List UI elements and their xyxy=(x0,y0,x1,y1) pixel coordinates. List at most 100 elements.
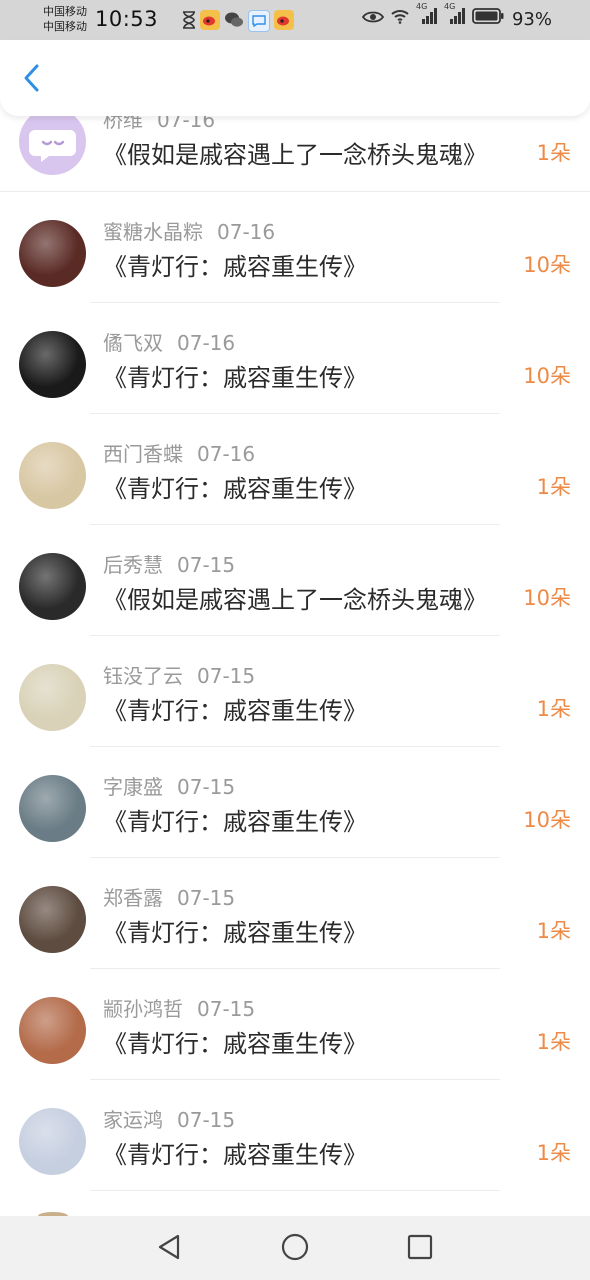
username-line: 西门香蝶 07-16 xyxy=(103,438,255,467)
username-line: 郑香露 07-15 xyxy=(103,882,235,911)
triangle-back-icon xyxy=(156,1233,182,1265)
username-line: 后秀慧 07-15 xyxy=(103,549,235,578)
username[interactable]: 颛孙鸿哲 xyxy=(103,997,183,1021)
signal-icon: 4G xyxy=(416,2,438,28)
list-item[interactable]: 钰没了云 07-15 《青灯行：戚容重生传》 1朵 xyxy=(0,636,590,747)
gift-date: 07-15 xyxy=(177,775,236,799)
weibo-icon xyxy=(274,10,294,30)
wifi-icon xyxy=(390,8,410,28)
gift-count: 10朵 xyxy=(523,364,571,388)
gift-count: 1朵 xyxy=(536,1030,571,1054)
username-line: 钰没了云 07-15 xyxy=(103,660,255,689)
gift-count: 1朵 xyxy=(536,697,571,721)
avatar[interactable] xyxy=(19,442,86,509)
username[interactable]: 后秀慧 xyxy=(103,553,163,577)
book-title[interactable]: 《青灯行：戚容重生传》 xyxy=(103,1024,367,1059)
gift-date: 07-16 xyxy=(157,116,216,132)
username-line: 蜜糖水晶粽 07-16 xyxy=(103,216,275,245)
username[interactable]: 家运鸿 xyxy=(103,1108,163,1132)
gift-date: 07-15 xyxy=(177,553,236,577)
gift-count: 10朵 xyxy=(523,253,571,277)
default-avatar[interactable] xyxy=(19,116,86,175)
gift-date: 07-16 xyxy=(177,331,236,355)
battery-percent: 93% xyxy=(511,9,552,30)
avatar[interactable] xyxy=(19,775,86,842)
list-item[interactable]: 桥维 07-16 《假如是戚容遇上了一念桥头鬼魂》 1朵 xyxy=(0,116,590,192)
username-line: 字康盛 07-15 xyxy=(103,771,235,800)
username-line: 桥维 07-16 xyxy=(103,116,215,133)
username-line: 颛孙鸿哲 07-15 xyxy=(103,993,255,1022)
status-bar: 中国移动 中国移动 10:53 4G 4G 93% xyxy=(0,0,590,40)
eye-icon xyxy=(361,9,385,28)
carrier-2: 中国移动 xyxy=(43,20,87,33)
list-item[interactable]: 家运鸿 07-15 《青灯行：戚容重生传》 1朵 xyxy=(0,1080,590,1191)
book-title[interactable]: 《青灯行：戚容重生传》 xyxy=(103,691,367,726)
book-title[interactable]: 《青灯行：戚容重生传》 xyxy=(103,913,367,948)
nav-back-button[interactable] xyxy=(153,1233,185,1265)
network-type: 4G xyxy=(444,2,456,11)
username[interactable]: 蜜糖水晶粽 xyxy=(103,220,203,244)
wechat-icon xyxy=(224,10,244,30)
username[interactable]: 郑香露 xyxy=(103,886,163,910)
book-title[interactable]: 《假如是戚容遇上了一念桥头鬼魂》 xyxy=(103,135,487,170)
list-item[interactable]: 后秀慧 07-15 《假如是戚容遇上了一念桥头鬼魂》 10朵 xyxy=(0,525,590,636)
square-recents-icon xyxy=(406,1233,434,1265)
gift-date: 07-16 xyxy=(197,442,256,466)
carrier-labels: 中国移动 中国移动 xyxy=(43,4,87,34)
circle-home-icon xyxy=(280,1232,310,1266)
list-item[interactable]: 字康盛 07-15 《青灯行：戚容重生传》 10朵 xyxy=(0,747,590,858)
avatar[interactable] xyxy=(19,664,86,731)
list-item[interactable]: 郑香露 07-15 《青灯行：戚容重生传》 1朵 xyxy=(0,858,590,969)
list-item[interactable]: 僪飞双 07-16 《青灯行：戚容重生传》 10朵 xyxy=(0,303,590,414)
gift-record-list[interactable]: 桥维 07-16 《假如是戚容遇上了一念桥头鬼魂》 1朵 蜜糖水晶粽 07-16 《青灯行：… xyxy=(0,116,590,1216)
list-item[interactable]: 西门香蝶 07-16 《青灯行：戚容重生传》 1朵 xyxy=(0,414,590,525)
gift-date: 07-15 xyxy=(177,886,236,910)
list-item[interactable]: 颛孙鸿哲 07-15 《青灯行：戚容重生传》 1朵 xyxy=(0,969,590,1080)
book-title[interactable]: 《青灯行：戚容重生传》 xyxy=(103,1135,367,1170)
avatar[interactable] xyxy=(19,553,86,620)
gift-count: 1朵 xyxy=(536,919,571,943)
avatar[interactable] xyxy=(19,997,86,1064)
network-type: 4G xyxy=(416,2,428,11)
back-button[interactable] xyxy=(14,62,50,98)
message-icon xyxy=(248,10,270,32)
list-item[interactable]: 蜜糖水晶粽 07-16 《青灯行：戚容重生传》 10朵 xyxy=(0,192,590,303)
hourglass-icon xyxy=(182,10,196,30)
gift-date: 07-15 xyxy=(197,997,256,1021)
gift-count: 1朵 xyxy=(536,1141,571,1165)
top-bar xyxy=(0,40,590,116)
book-title[interactable]: 《假如是戚容遇上了一念桥头鬼魂》 xyxy=(103,580,487,615)
gift-record-items: 桥维 07-16 《假如是戚容遇上了一念桥头鬼魂》 1朵 蜜糖水晶粽 07-16 《青灯行：… xyxy=(0,116,590,1191)
avatar[interactable] xyxy=(19,220,86,287)
notification-icons xyxy=(182,10,294,32)
username[interactable]: 僪飞双 xyxy=(103,331,163,355)
username[interactable]: 桥维 xyxy=(103,116,143,132)
nav-recents-button[interactable] xyxy=(404,1233,436,1265)
weibo-icon xyxy=(200,10,220,30)
battery-icon xyxy=(472,8,504,28)
book-title[interactable]: 《青灯行：戚容重生传》 xyxy=(103,247,367,282)
status-time: 10:53 xyxy=(95,7,159,31)
avatar[interactable] xyxy=(19,1108,86,1175)
avatar[interactable] xyxy=(19,331,86,398)
gift-date: 07-15 xyxy=(177,1108,236,1132)
username[interactable]: 字康盛 xyxy=(103,775,163,799)
book-title[interactable]: 《青灯行：戚容重生传》 xyxy=(103,802,367,837)
username-line: 僪飞双 07-16 xyxy=(103,327,235,356)
chevron-left-icon xyxy=(22,63,42,97)
book-title[interactable]: 《青灯行：戚容重生传》 xyxy=(103,358,367,393)
system-navigation-bar xyxy=(0,1216,590,1280)
signal-icon: 4G xyxy=(444,2,466,28)
avatar[interactable] xyxy=(19,886,86,953)
gift-count: 1朵 xyxy=(536,141,571,165)
username[interactable]: 西门香蝶 xyxy=(103,442,183,466)
nav-home-button[interactable] xyxy=(279,1233,311,1265)
gift-count: 10朵 xyxy=(523,586,571,610)
divider xyxy=(90,1190,500,1191)
username-line: 家运鸿 07-15 xyxy=(103,1104,235,1133)
system-status-icons: 4G 4G xyxy=(361,2,504,28)
gift-date: 07-15 xyxy=(197,664,256,688)
book-title[interactable]: 《青灯行：戚容重生传》 xyxy=(103,469,367,504)
carrier-1: 中国移动 xyxy=(43,5,87,18)
username[interactable]: 钰没了云 xyxy=(103,664,183,688)
